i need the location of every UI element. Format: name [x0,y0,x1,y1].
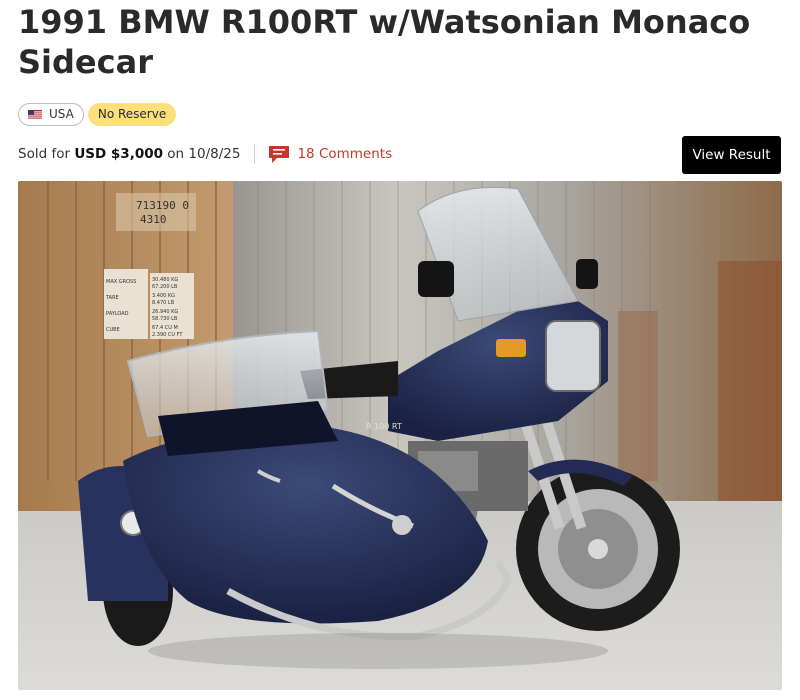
motorcycle-sidecar-photo: 713190 0 4310 MAX GROSS TARE PAYLOAD CUB… [18,181,782,690]
container-code-text: 4310 [140,213,167,226]
sale-summary: Sold for USD $3,000 on 10/8/25 18 Commen… [18,143,392,165]
comments-label: 18 Comments [297,146,393,162]
comment-bubble-icon [269,145,290,163]
comments-link[interactable]: 18 Comments [269,145,393,163]
sold-on-word: on [167,146,185,162]
sold-price: USD $3,000 [74,146,163,162]
container-label-cube: CUBE [106,327,120,333]
container-value-8: 2.390 CU FT [152,332,183,338]
container-value-5: 26.940 KG [152,309,178,315]
listing-title: 1991 BMW R100RT w/Watsonian Monaco Sidec… [18,3,751,81]
no-reserve-badge: No Reserve [87,103,177,126]
container-value-3: 3.400 KG [152,293,175,299]
country-badge[interactable]: USA [18,103,84,126]
divider [254,144,256,164]
container-value-1: 30.480 KG [152,277,178,283]
container-value-7: 67.4 CU M [152,325,178,331]
reserve-label: No Reserve [97,107,167,121]
container-label-max-gross: MAX GROSS [106,279,136,285]
bike-decal-text: R 100 RT [366,422,402,431]
country-label: USA [49,107,74,121]
us-flag-icon [28,110,42,119]
listing-photo[interactable]: 713190 0 4310 MAX GROSS TARE PAYLOAD CUB… [18,181,782,690]
container-number-text: 713190 0 [136,199,189,212]
container-label-tare: TARE [105,295,119,301]
container-label-payload: PAYLOAD [106,311,129,317]
container-value-6: 58.730 LB [152,316,178,322]
view-result-button[interactable]: View Result [682,136,781,174]
listing-badges: USA No Reserve [18,103,177,126]
container-value-4: 8.470 LB [152,300,175,306]
container-value-2: 67.200 LB [152,284,178,290]
sold-date: 10/8/25 [188,146,241,162]
sold-prefix: Sold for [18,146,71,162]
